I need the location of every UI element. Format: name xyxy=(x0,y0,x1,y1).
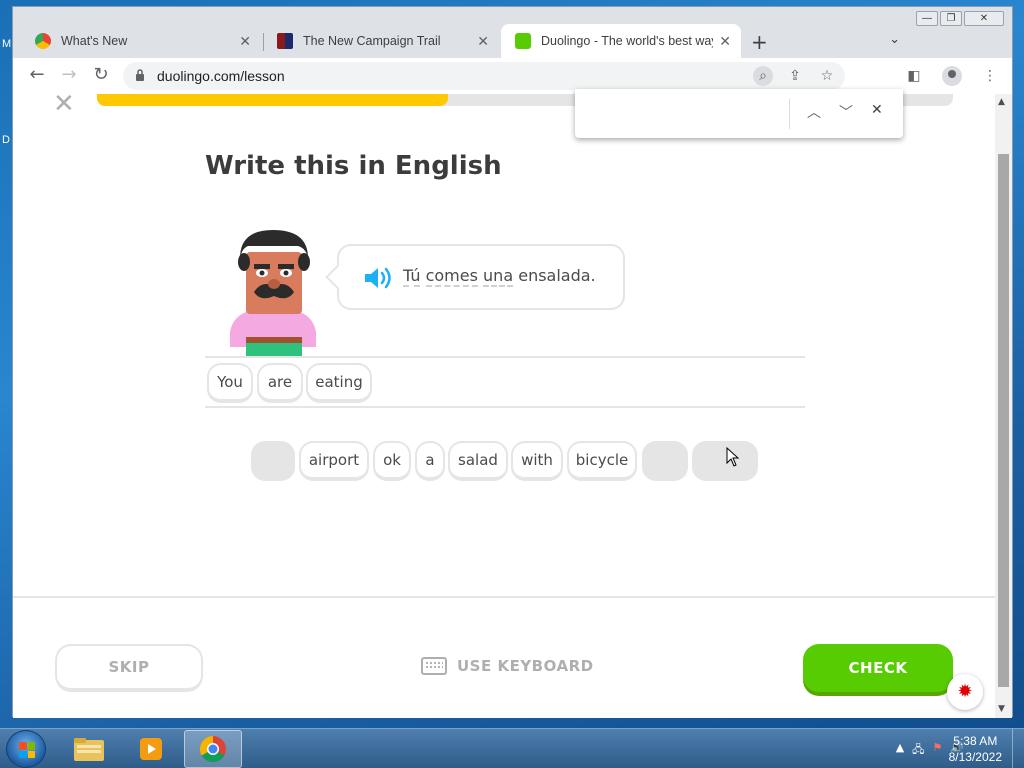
desktop-icon-label: D xyxy=(2,134,10,146)
taskbar-clock[interactable]: 5:38 AM 8/13/2022 xyxy=(949,733,1002,765)
action-center-icon[interactable]: ⚑ xyxy=(932,741,942,760)
speaker-icon[interactable] xyxy=(363,266,393,290)
word-bank-chip[interactable]: bicycle xyxy=(567,441,637,481)
clock-time: 5:38 AM xyxy=(953,734,998,748)
chrome-taskbar-icon[interactable] xyxy=(184,730,242,768)
browser-window: — ❐ ✕ What's New ✕ The New Campaign Trai… xyxy=(12,6,1013,718)
page-scrollbar[interactable]: ▲ ▼ xyxy=(995,94,1012,718)
word-bank-placeholder xyxy=(251,441,295,481)
tab-strip: What's New ✕ The New Campaign Trail ✕ Du… xyxy=(13,24,1012,58)
network-icon[interactable]: 🖧 xyxy=(912,741,924,760)
desktop-icon-label: M xyxy=(2,38,12,50)
side-panel-icon[interactable]: ◧ xyxy=(904,66,924,86)
show-desktop-button[interactable] xyxy=(1012,729,1024,768)
find-close-icon[interactable]: ✕ xyxy=(871,102,883,118)
find-in-page-bar: ︿ ﹀ ✕ xyxy=(575,89,903,138)
word-bank-chip[interactable]: with xyxy=(511,441,563,481)
tab-title: What's New xyxy=(61,34,128,48)
address-bar[interactable]: duolingo.com/lesson ⌕ ⇪ ☆ xyxy=(123,62,845,90)
find-previous-icon[interactable]: ︿ xyxy=(807,102,821,122)
tab-title: Duolingo - The world's best way xyxy=(541,34,714,48)
find-input[interactable] xyxy=(583,99,783,127)
tab-close-icon[interactable]: ✕ xyxy=(719,33,731,50)
tab-search-chevron-icon[interactable]: ⌄ xyxy=(889,32,900,47)
tab-close-icon[interactable]: ✕ xyxy=(239,33,251,50)
scroll-thumb[interactable] xyxy=(998,154,1009,687)
tab-duolingo[interactable]: Duolingo - The world's best way ✕ xyxy=(501,24,741,58)
share-icon[interactable]: ⇪ xyxy=(785,66,805,86)
use-keyboard-button[interactable]: USE KEYBOARD xyxy=(421,657,594,675)
close-lesson-icon[interactable]: ✕ xyxy=(53,94,75,119)
folder-icon xyxy=(74,738,104,761)
word-bank-placeholder xyxy=(642,441,688,481)
tab-whats-new[interactable]: What's New ✕ xyxy=(21,24,261,58)
progress-fill xyxy=(97,94,448,106)
word-bank-chip[interactable]: airport xyxy=(299,441,369,481)
sentence-word[interactable]: una xyxy=(483,266,514,287)
find-separator xyxy=(789,99,790,129)
answer-word-chip[interactable]: are xyxy=(257,363,303,403)
chrome-icon xyxy=(35,33,51,49)
scroll-up-arrow-icon[interactable]: ▲ xyxy=(998,97,1005,107)
word-bank-chip[interactable]: a xyxy=(415,441,445,481)
find-in-page-icon[interactable]: ⌕ xyxy=(753,66,773,86)
footer-divider xyxy=(13,596,996,598)
answer-area: You are eating xyxy=(205,356,805,408)
profile-avatar-icon[interactable] xyxy=(942,66,962,86)
page-viewport: ✕ Write this in English Tú comes una ens… xyxy=(13,94,996,718)
mouse-cursor-icon xyxy=(726,447,740,467)
lock-icon xyxy=(136,69,144,81)
word-bank-placeholder xyxy=(692,441,758,481)
media-player-taskbar-icon[interactable] xyxy=(122,730,180,768)
media-player-icon xyxy=(140,738,162,760)
answer-word-chip[interactable]: eating xyxy=(306,363,372,403)
use-keyboard-label: USE KEYBOARD xyxy=(457,657,594,675)
bookmark-star-icon[interactable]: ☆ xyxy=(817,66,837,86)
back-icon[interactable]: ← xyxy=(25,64,49,85)
tab-close-icon[interactable]: ✕ xyxy=(477,33,489,50)
find-next-icon[interactable]: ﹀ xyxy=(839,102,853,122)
chrome-icon xyxy=(199,735,226,763)
duolingo-owl-icon xyxy=(515,33,531,49)
spanish-sentence: Tú comes una ensalada. xyxy=(403,266,596,287)
bug-report-icon[interactable]: ✹ xyxy=(947,674,983,710)
word-bank-chip[interactable]: salad xyxy=(448,441,508,481)
windows-taskbar: ▲ 🖧 ⚑ 🔊 5:38 AM 8/13/2022 xyxy=(0,728,1024,768)
sentence-word[interactable]: comes xyxy=(425,266,478,287)
tray-expand-icon[interactable]: ▲ xyxy=(896,741,904,760)
url-text: duolingo.com/lesson xyxy=(157,68,285,84)
reload-icon[interactable]: ↻ xyxy=(89,64,113,85)
skip-button[interactable]: SKIP xyxy=(55,644,203,692)
campaign-trail-icon xyxy=(277,33,293,49)
new-tab-icon[interactable]: + xyxy=(751,30,768,54)
page-title: Write this in English xyxy=(205,151,502,181)
scroll-down-arrow-icon[interactable]: ▼ xyxy=(998,704,1005,714)
clock-date: 8/13/2022 xyxy=(948,750,1002,764)
tab-title: The New Campaign Trail xyxy=(303,34,441,48)
sentence-word[interactable]: Tú xyxy=(403,266,421,287)
forward-icon[interactable]: → xyxy=(57,64,81,85)
duo-character-illustration xyxy=(230,230,316,357)
file-explorer-taskbar-icon[interactable] xyxy=(60,730,118,768)
word-bank-chip[interactable]: ok xyxy=(373,441,411,481)
start-button[interactable] xyxy=(6,730,46,768)
menu-kebab-icon[interactable]: ⋮ xyxy=(980,66,1000,86)
check-button[interactable]: CHECK xyxy=(803,644,953,692)
speech-bubble: Tú comes una ensalada. xyxy=(337,244,625,310)
answer-word-chip[interactable]: You xyxy=(207,363,253,403)
windows-logo-icon xyxy=(19,742,35,758)
tab-campaign-trail[interactable]: The New Campaign Trail ✕ xyxy=(263,24,499,58)
sentence-word[interactable]: ensalada. xyxy=(518,266,595,285)
keyboard-icon xyxy=(421,657,447,675)
